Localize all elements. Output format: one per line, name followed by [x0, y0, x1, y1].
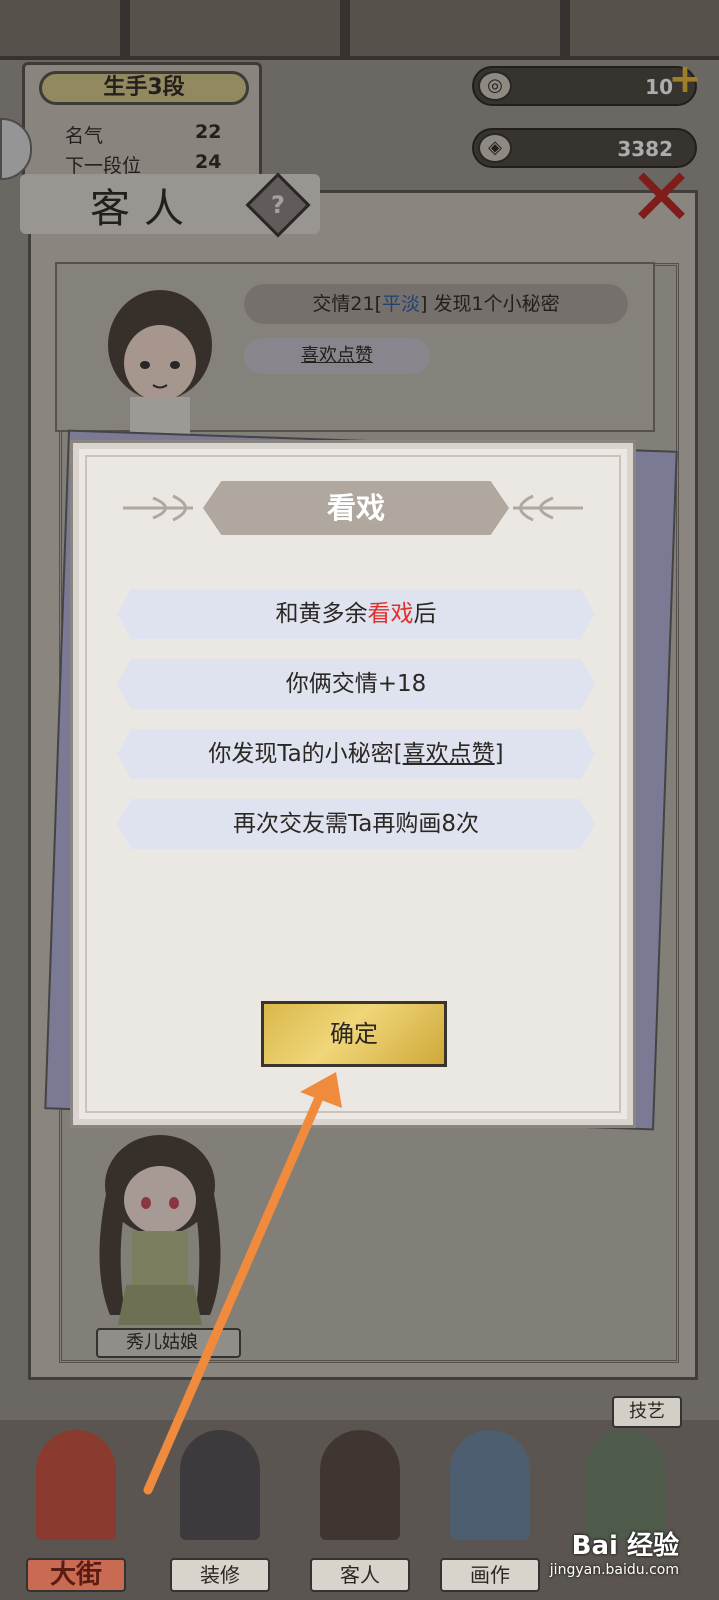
nav-label-street: 大街 [26, 1558, 126, 1592]
ink-brush-icon [585, 1430, 665, 1540]
line1-suffix: 后 [413, 601, 437, 627]
nav-item-paintings[interactable]: 画作 [430, 1420, 550, 1600]
scroll-icon [180, 1430, 260, 1540]
line3-secret-link[interactable]: 喜欢点赞 [403, 741, 495, 767]
message-line-4: 再次交友需Ta再购画8次 [117, 799, 595, 849]
line1-highlight: 看戏 [367, 601, 414, 627]
watermark-brand: Bai 经验 [571, 1531, 679, 1561]
nav-item-decorate[interactable]: 装修 [160, 1420, 280, 1600]
guest-face-icon [320, 1430, 400, 1540]
painting-icon [450, 1430, 530, 1540]
message-line-3: 你发现Ta的小秘密[喜欢点赞] [117, 729, 595, 779]
nav-label-paintings: 画作 [440, 1558, 540, 1592]
watermark-site: jingyan.baidu.com [549, 1562, 679, 1578]
nav-label-guests: 客人 [310, 1558, 410, 1592]
line3-prefix: 你发现Ta的小秘密[ [208, 741, 403, 767]
message-line-1: 和黄多余看戏后 [117, 589, 595, 639]
message-line-2: 你俩交情+18 [117, 659, 595, 709]
skill-label[interactable]: 技艺 [612, 1396, 682, 1428]
gate-icon [36, 1430, 116, 1540]
dialog-title: 看戏 [326, 491, 385, 525]
nav-label-decorate: 装修 [170, 1558, 270, 1592]
line1-prefix: 和黄多余 [275, 601, 368, 627]
nav-item-street[interactable]: 大街 [16, 1420, 136, 1600]
confirm-button[interactable]: 确定 [261, 1001, 447, 1067]
result-dialog: 看戏 和黄多余看戏后 你俩交情+18 你发现Ta的小秘密[喜欢点赞] 再次交友需… [70, 440, 636, 1128]
line3-suffix: ] [494, 741, 504, 767]
nav-item-guests[interactable]: 客人 [300, 1420, 420, 1600]
